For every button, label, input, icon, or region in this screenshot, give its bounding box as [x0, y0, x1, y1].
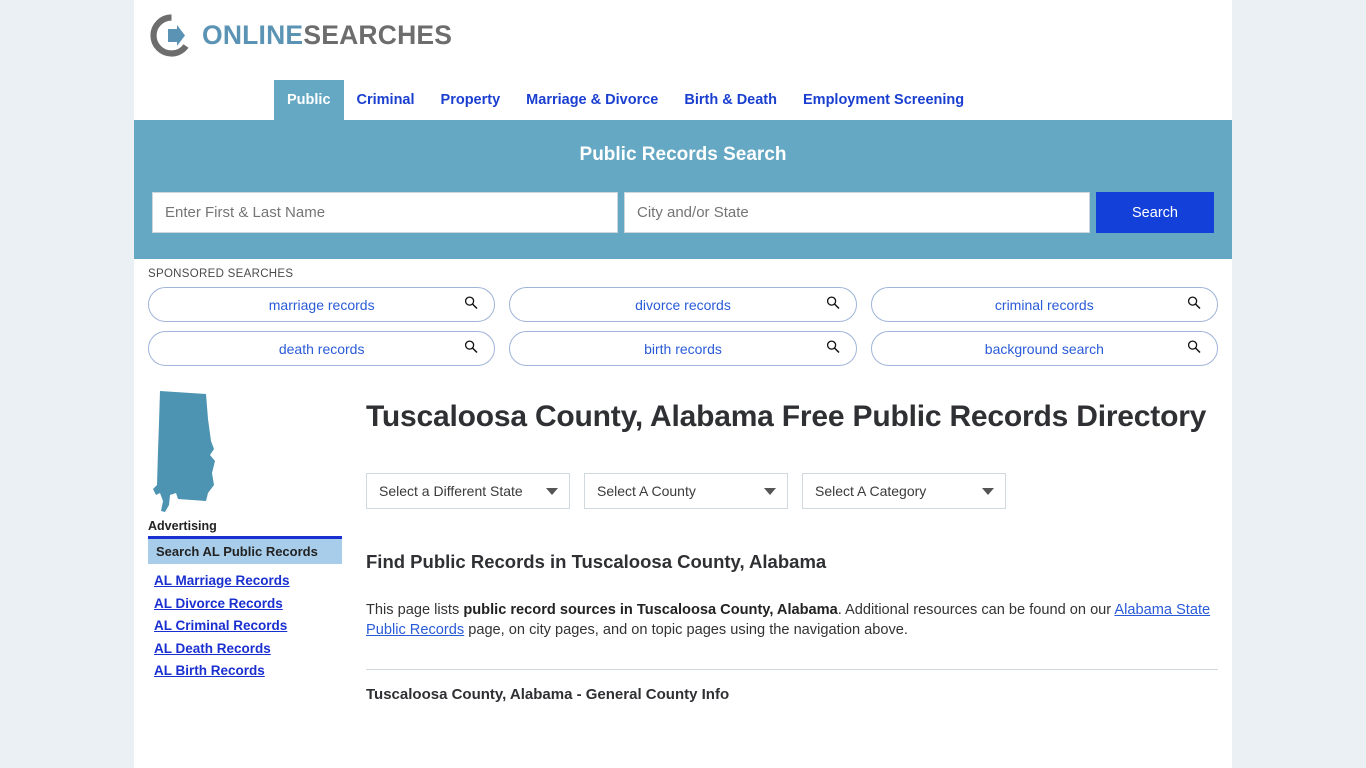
section-heading: Find Public Records in Tuscaloosa County…	[366, 550, 827, 572]
select-category-value: Select A Category	[815, 482, 927, 499]
sidebar: Advertising Search AL Public Records AL …	[148, 379, 342, 703]
search-panel-title: Public Records Search	[579, 144, 787, 165]
sidebar-link-al-criminal-records[interactable]: AL Criminal Records	[154, 618, 342, 633]
logo-text-searches: SEARCHES	[303, 20, 453, 51]
subsection-heading: Tuscaloosa County, Alabama - General Cou…	[366, 686, 730, 704]
sidebar-link-al-birth-records[interactable]: AL Birth Records	[154, 663, 342, 678]
filter-dropdowns: Select a Different State Select A County…	[366, 472, 1218, 509]
nav-item-property[interactable]: Property	[428, 80, 514, 120]
page-body: Advertising Search AL Public Records AL …	[134, 379, 1232, 703]
nav-item-marriage-divorce[interactable]: Marriage & Divorce	[513, 80, 671, 120]
intro-paragraph: This page lists public record sources in…	[366, 600, 1218, 641]
location-search-input[interactable]	[624, 192, 1090, 233]
sidebar-link-al-divorce-records[interactable]: AL Divorce Records	[154, 596, 342, 611]
sidebar-link-al-marriage-records[interactable]: AL Marriage Records	[154, 573, 342, 588]
content-container: ONLINESEARCHES Public Criminal Property …	[134, 0, 1232, 768]
sponsored-pill-birth-records[interactable]: birth records	[509, 331, 857, 366]
page-root: ONLINESEARCHES Public Criminal Property …	[0, 0, 1366, 768]
sponsored-pill-label: birth records	[644, 340, 722, 357]
page-title: Tuscaloosa County, Alabama Free Public R…	[366, 400, 1207, 433]
sponsored-pill-divorce-records[interactable]: divorce records	[509, 287, 857, 322]
alabama-state-map-icon	[148, 387, 342, 519]
nav-item-public[interactable]: Public	[274, 80, 344, 120]
section-divider	[366, 669, 1218, 671]
sponsored-pill-background-search[interactable]: background search	[870, 331, 1218, 366]
site-header: ONLINESEARCHES	[134, 0, 1232, 80]
ad-box-heading: Search AL Public Records	[148, 539, 342, 564]
name-search-input[interactable]	[152, 192, 618, 233]
chevron-down-icon	[764, 487, 776, 495]
sponsored-pill-criminal-records[interactable]: criminal records	[870, 287, 1218, 322]
chevron-down-icon	[982, 487, 994, 495]
select-county-dropdown[interactable]: Select A County	[584, 472, 788, 509]
sponsored-row-2: death records birth records background s…	[148, 331, 1218, 366]
site-logo[interactable]: ONLINESEARCHES	[150, 14, 1232, 57]
advertising-label: Advertising	[148, 519, 217, 533]
public-records-search-panel: Public Records Search Search	[134, 122, 1232, 259]
sponsored-searches-section: SPONSORED SEARCHES marriage records divo…	[134, 259, 1232, 379]
select-county-value: Select A County	[597, 482, 696, 499]
search-icon	[826, 295, 840, 314]
sponsored-pill-label: criminal records	[994, 296, 1094, 313]
search-icon	[464, 339, 478, 358]
sponsored-pill-label: marriage records	[268, 296, 375, 313]
sponsored-pill-death-records[interactable]: death records	[148, 331, 496, 366]
paragraph-tail: page, on city pages, and on topic pages …	[464, 622, 908, 639]
advertising-box: Search AL Public Records AL Marriage Rec…	[148, 536, 342, 678]
main-navigation: Public Criminal Property Marriage & Divo…	[134, 80, 1232, 122]
ad-link-list: AL Marriage Records AL Divorce Records A…	[148, 564, 342, 678]
sidebar-link-al-death-records[interactable]: AL Death Records	[154, 641, 342, 656]
search-form: Search	[152, 192, 1214, 233]
search-button[interactable]: Search	[1096, 192, 1214, 233]
sponsored-pill-label: divorce records	[635, 296, 731, 313]
select-state-dropdown[interactable]: Select a Different State	[366, 472, 570, 509]
sponsored-pill-label: background search	[984, 340, 1104, 357]
chevron-down-icon	[546, 487, 558, 495]
select-category-dropdown[interactable]: Select A Category	[802, 472, 1006, 509]
nav-item-criminal[interactable]: Criminal	[344, 80, 428, 120]
nav-item-birth-death[interactable]: Birth & Death	[671, 80, 790, 120]
main-content: Tuscaloosa County, Alabama Free Public R…	[342, 379, 1218, 703]
logo-text-online: ONLINE	[202, 20, 304, 51]
circle-arrow-logo-icon	[150, 14, 193, 57]
search-icon	[1187, 295, 1201, 314]
search-icon	[1187, 339, 1201, 358]
sponsored-row-1: marriage records divorce records crimina…	[148, 287, 1218, 322]
paragraph-bold: public record sources in Tuscaloosa Coun…	[463, 601, 838, 618]
nav-item-employment-screening[interactable]: Employment Screening	[790, 80, 977, 120]
search-icon	[464, 295, 478, 314]
sponsored-pill-label: death records	[278, 340, 365, 357]
sponsored-searches-label: SPONSORED SEARCHES	[148, 268, 294, 280]
select-state-value: Select a Different State	[379, 482, 523, 499]
paragraph-mid: . Additional resources can be found on o…	[837, 601, 1115, 618]
sponsored-pill-marriage-records[interactable]: marriage records	[148, 287, 496, 322]
paragraph-lead: This page lists	[366, 601, 464, 618]
search-icon	[826, 339, 840, 358]
